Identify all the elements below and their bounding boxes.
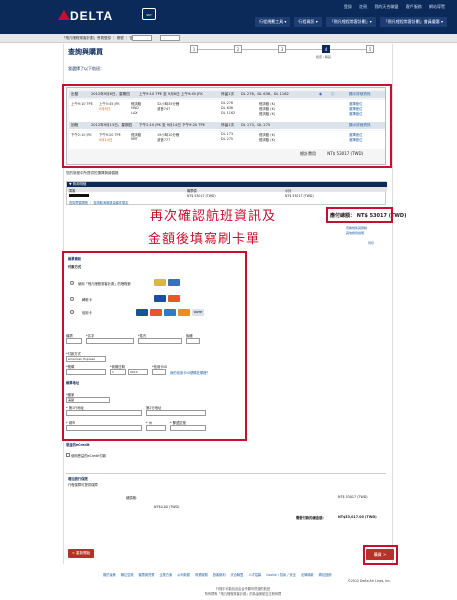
footer-link[interactable]: 旅客權利 xyxy=(213,573,226,577)
footer-link[interactable]: 職位空缺 xyxy=(121,573,134,577)
fare-total-value: NT$ 53017 (TWD) xyxy=(338,495,368,499)
grand-total-label: 需要付款的總金額： xyxy=(296,516,326,520)
copyright: ©2012 Delta Air Lines, Inc. xyxy=(347,579,391,583)
insurance-title: 增加旅行保險 xyxy=(68,477,88,481)
insurance-subtitle: 行程保障可提供保障 xyxy=(68,483,98,487)
top-link[interactable]: 登錄 xyxy=(344,4,352,9)
nav-item[interactable]: 行程規劃工具 ▾ xyxy=(255,17,291,27)
footer-link[interactable]: 機票與營業 xyxy=(139,573,155,577)
main-nav: 行程規劃工具 ▾ 行程資訊 ▾ 「飛凡哩程常客計劃」▾ 「飛凡哩程常客計劃」會員… xyxy=(255,17,447,27)
top-links: 登錄 註冊 我的天合聯盟 客戶服務 網站導覽 xyxy=(338,4,445,10)
fare-subtotal: NT$ 53017 (TWD) xyxy=(285,194,314,198)
footer-link[interactable]: 商業服務 xyxy=(195,573,208,577)
nav-item[interactable]: 「飛凡哩程常客計劃」會員優惠 ▾ xyxy=(379,17,447,27)
top-link[interactable]: 我的天合聯盟 xyxy=(374,4,398,9)
step-3: 3 xyxy=(278,45,286,53)
footer-note: 行程中可能包含由合作夥伴營運的航班 所有標有「飛凡哩程常客計劃」的為達美航空註冊… xyxy=(143,586,343,596)
fare-section-label: 您的旅程中所提供的選擇與總價格 xyxy=(66,171,119,175)
account-input[interactable] xyxy=(132,35,152,41)
divider xyxy=(66,473,386,474)
skyteam-icon: SKY xyxy=(142,8,156,20)
start-over-button[interactable]: < 重新開始 xyxy=(68,549,94,558)
summary-links: 查看規則與限制 其他費用說明 列印 xyxy=(326,226,374,246)
nav-item[interactable]: 行程資訊 ▾ xyxy=(294,17,322,27)
annotation-line-1: 再次確認航班資訊及 xyxy=(150,209,277,224)
ecredit-section: 恩益的eCredit 使用恩益的eCredit付款 xyxy=(66,442,106,458)
footer-link[interactable]: 人才招募 xyxy=(248,573,261,577)
step-4: 4 xyxy=(322,45,330,53)
ecredit-checkbox[interactable] xyxy=(66,453,70,457)
login-bar-text: 「飛凡哩程常客計劃」會員登錄 ｜ 帳號 ｜ 密碼 xyxy=(62,36,137,40)
footer-link[interactable]: 法律條款 xyxy=(301,573,314,577)
selected-flights-notice: 我選擇了以下航班： xyxy=(68,66,104,71)
footer-link[interactable]: 公司新聞 xyxy=(177,573,190,577)
step-2: 2 xyxy=(234,45,242,53)
footer-link[interactable]: 企業方案 xyxy=(159,573,172,577)
ecredit-checkbox-label: 使用恩益的eCredit付款 xyxy=(71,454,107,458)
fees-link[interactable]: 其他費用說明 xyxy=(346,231,374,236)
top-link[interactable]: 註冊 xyxy=(359,4,367,9)
top-link[interactable]: 網站導覽 xyxy=(429,4,445,9)
footer-link[interactable]: 網站回饋 xyxy=(319,573,332,577)
progress-steps: 1 2 3 4 5 檢查 / 購買 xyxy=(190,45,380,59)
top-link[interactable]: 客戶服務 xyxy=(406,4,422,9)
footer-note-2: 所有標有「飛凡哩程常客計劃」的為達美航空註冊商標 xyxy=(204,592,282,596)
fare-header-row: 乘客 機票價 小計 xyxy=(67,187,387,193)
highlight-total-due xyxy=(326,207,393,223)
delta-logo-text[interactable]: DELTA xyxy=(70,9,113,23)
fare-data-row: NT$ 53017 (TWD) NT$ 53017 (TWD) xyxy=(67,193,387,198)
grand-total-value: NT$53,017.00 (TWD) xyxy=(338,515,377,519)
footer-link[interactable]: 天合聯盟 xyxy=(231,573,244,577)
passenger-name-redacted xyxy=(69,194,89,197)
step-1: 1 xyxy=(190,45,198,53)
ecredit-title: 恩益的eCredit xyxy=(66,443,90,447)
fare-rules-link[interactable]: 查詢票價規則 ｜ 查詢取消與退還條件規定 xyxy=(69,200,128,205)
step-4-label: 檢查 / 購買 xyxy=(316,55,331,59)
delta-logo-icon[interactable] xyxy=(58,10,70,20)
insurance-value: NT$0.00 (TWD) xyxy=(154,505,180,509)
fare-total-label: 總價格： xyxy=(126,496,140,500)
login-bar: 「飛凡哩程常客計劃」會員登錄 ｜ 帳號 ｜ 密碼 xyxy=(0,34,457,43)
page-title: 查詢與購買 xyxy=(68,48,103,56)
highlight-buy-button xyxy=(363,545,398,565)
step-5: 5 xyxy=(366,45,374,53)
nav-item[interactable]: 「飛凡哩程常客計劃」▾ xyxy=(325,17,376,27)
footer-links: 關於達美 職位空缺 機票與營業 企業方案 公司新聞 商業服務 旅客權利 天合聯盟… xyxy=(103,572,335,577)
fare-price: NT$ 53017 (TWD) xyxy=(187,194,216,198)
fare-table: ▼ 費用明細 乘客 機票價 小計 NT$ 53017 (TWD) NT$ 530… xyxy=(66,181,387,205)
footer-link[interactable]: Cookie / 隱私 / 安全 xyxy=(266,573,296,577)
insurance-section: 增加旅行保險 行程保障可提供保障 總價格： NT$ 53017 (TWD) NT… xyxy=(66,476,386,526)
password-input[interactable] xyxy=(160,35,180,41)
highlight-payment-form xyxy=(62,251,247,441)
print-link[interactable]: 列印 xyxy=(368,241,374,246)
footer-link[interactable]: 關於達美 xyxy=(103,573,116,577)
highlight-flight-summary xyxy=(62,84,392,168)
annotation-line-2: 金額後填寫刷卡單 xyxy=(148,232,261,247)
